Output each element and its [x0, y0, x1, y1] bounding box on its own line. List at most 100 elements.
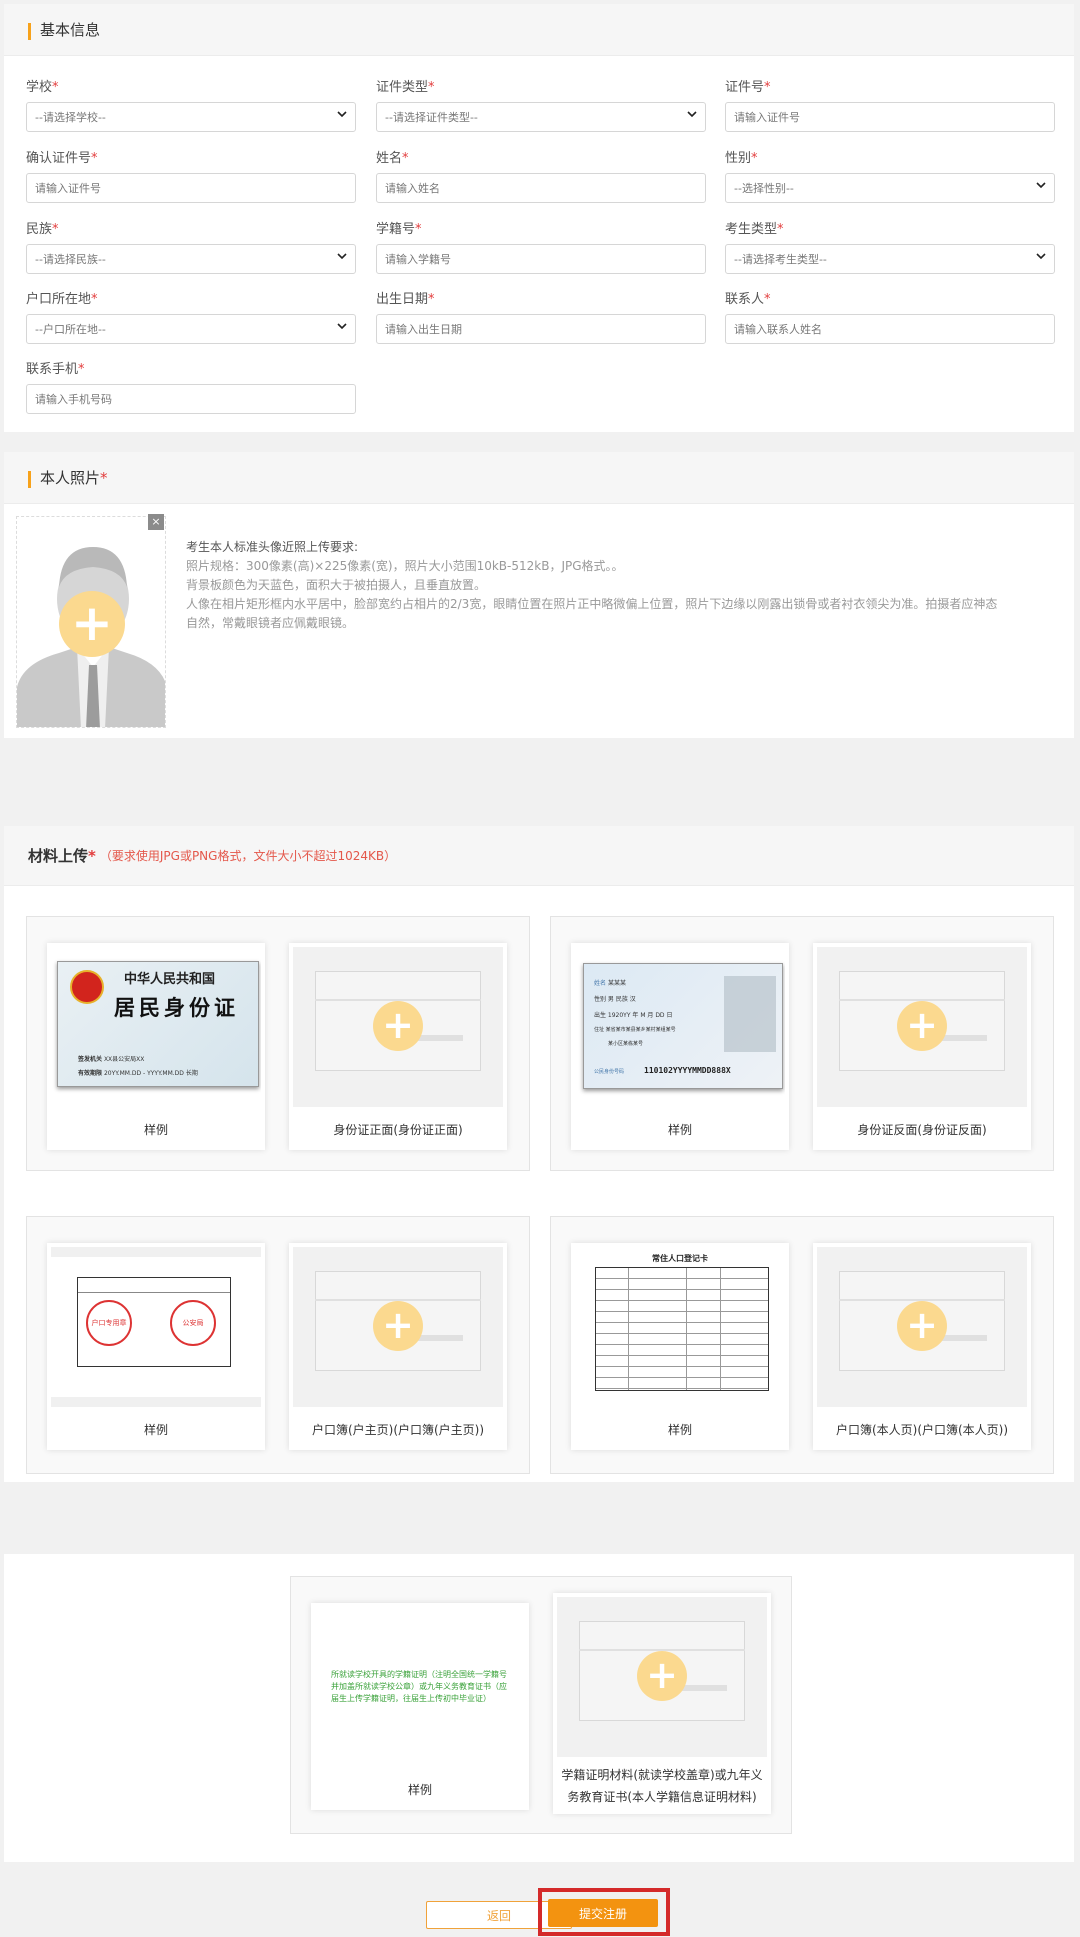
add-file-icon[interactable]: + — [897, 1001, 947, 1051]
select-field[interactable]: --选择性别-- — [725, 173, 1055, 203]
upload-placeholder[interactable]: + — [817, 947, 1027, 1107]
field-label: 出生日期* — [376, 288, 706, 308]
required-mark: * — [428, 292, 435, 307]
upload-card-household-main[interactable]: + 户口簿(户主页)(户口簿(户主页)) — [289, 1243, 507, 1450]
select-field[interactable]: --请选择学校-- — [26, 102, 356, 132]
stamp-icon: 户口专用章 — [86, 1300, 132, 1346]
select-value: --选择性别-- — [734, 182, 794, 195]
text-input[interactable]: 请输入出生日期 — [376, 314, 706, 344]
id-authority-label: 签发机关 — [78, 1056, 103, 1063]
person-page-title: 常住人口登记卡 — [652, 1253, 708, 1263]
field-label: 户口所在地* — [26, 288, 356, 308]
basic-info-title: 基本信息 — [40, 21, 101, 39]
field-label-text: 确认证件号 — [26, 151, 92, 166]
field-group: 民族* --请选择民族-- — [26, 218, 356, 274]
sample-label: 样例 — [143, 1123, 168, 1137]
required-mark: * — [88, 847, 96, 865]
select-field[interactable]: --请选择证件类型-- — [376, 102, 706, 132]
add-file-icon[interactable]: + — [637, 1651, 687, 1701]
text-input[interactable]: 请输入学籍号 — [376, 244, 706, 274]
field-label-text: 姓名 — [376, 151, 403, 166]
national-emblem-icon — [70, 970, 104, 1004]
sample-label: 样例 — [143, 1423, 168, 1437]
select-field[interactable]: --请选择考生类型-- — [725, 244, 1055, 274]
field-group: 性别* --选择性别-- — [725, 147, 1055, 203]
upload-label: 身份证反面(身份证反面) — [857, 1123, 987, 1137]
upload-card-id-front[interactable]: + 身份证正面(身份证正面) — [289, 943, 507, 1150]
id-photo-icon — [724, 976, 776, 1052]
field-label-text: 联系人 — [725, 292, 765, 307]
add-file-icon[interactable]: + — [897, 1301, 947, 1351]
id-name-value: 某某某 — [607, 980, 626, 987]
required-mark: * — [52, 80, 59, 95]
chevron-down-icon — [1036, 251, 1046, 264]
required-mark: * — [78, 362, 85, 377]
text-input[interactable]: 请输入证件号 — [26, 173, 356, 203]
upload-placeholder[interactable]: + — [557, 1597, 767, 1757]
submit-register-button[interactable]: 提交注册 — [548, 1899, 658, 1927]
field-label-text: 考生类型 — [725, 222, 778, 237]
required-mark: * — [777, 222, 784, 237]
select-field[interactable]: --请选择民族-- — [26, 244, 356, 274]
upload-card-household-personal[interactable]: + 户口簿(本人页)(户口簿(本人页)) — [813, 1243, 1031, 1450]
select-field[interactable]: --户口所在地-- — [26, 314, 356, 344]
text-input[interactable]: 请输入联系人姓名 — [725, 314, 1055, 344]
id-back-line: 某小区某栋某号 — [608, 1041, 644, 1047]
person-page-sample-image: 常住人口登记卡 — [575, 1247, 785, 1407]
required-mark: * — [100, 469, 108, 487]
upload-label: 身份证正面(身份证正面) — [333, 1123, 463, 1137]
sample-card: 姓名 某某某 性别 男 民族 汉 出生 1920YY 年 M 月 DD 日 住址… — [571, 943, 789, 1150]
field-label: 联系手机* — [26, 358, 356, 378]
add-photo-icon[interactable]: + — [59, 591, 125, 657]
text-input[interactable]: 请输入姓名 — [376, 173, 706, 203]
photo-upload[interactable]: + — [16, 516, 166, 728]
sample-label: 样例 — [407, 1783, 432, 1797]
upload-card-id-back[interactable]: + 身份证反面(身份证反面) — [813, 943, 1031, 1150]
upload-placeholder[interactable]: + — [293, 1247, 503, 1407]
required-mark: * — [764, 80, 771, 95]
text-input[interactable]: 请输入手机号码 — [26, 384, 356, 414]
chevron-down-icon — [337, 321, 347, 334]
required-mark: * — [91, 151, 98, 166]
field-group: 出生日期* 请输入出生日期 — [376, 288, 706, 344]
upload-group-household-main: 户口专用章 公安局 样例 + 户口簿(户主页)(户口簿(户主页)) — [26, 1216, 530, 1474]
id-name-label: 姓名 — [594, 980, 607, 987]
chevron-down-icon — [337, 251, 347, 264]
field-label: 姓名* — [376, 147, 706, 167]
field-label-text: 民族 — [26, 222, 53, 237]
select-value: --请选择考生类型-- — [734, 253, 827, 266]
stamp-icon: 公安局 — [170, 1300, 216, 1346]
add-file-icon[interactable]: + — [373, 1001, 423, 1051]
field-group: 户口所在地* --户口所在地-- — [26, 288, 356, 344]
remove-photo-icon[interactable]: × — [148, 514, 164, 530]
upload-placeholder[interactable]: + — [293, 947, 503, 1107]
field-label: 证件类型* — [376, 76, 706, 96]
upload-placeholder[interactable]: + — [817, 1247, 1027, 1407]
id-front-sample-image: 中华人民共和国 居民身份证 签发机关 XX县公安局XX 有效期限 20YY.MM… — [51, 947, 261, 1107]
id-number-value: 110102YYYYMMDD888X — [644, 1066, 731, 1075]
field-label: 学籍号* — [376, 218, 706, 238]
add-file-icon[interactable]: + — [373, 1301, 423, 1351]
chevron-down-icon — [687, 109, 697, 122]
input-placeholder: 请输入学籍号 — [385, 253, 451, 266]
sample-label: 样例 — [667, 1123, 692, 1137]
field-label-text: 性别 — [725, 151, 752, 166]
field-label: 确认证件号* — [26, 147, 356, 167]
sample-label: 样例 — [667, 1423, 692, 1437]
text-input[interactable]: 请输入证件号 — [725, 102, 1055, 132]
required-mark: * — [415, 222, 422, 237]
field-group: 考生类型* --请选择考生类型-- — [725, 218, 1055, 274]
id-country-text: 中华人民共和国 — [124, 972, 216, 987]
required-mark: * — [428, 80, 435, 95]
upload-card-school-record[interactable]: + 学籍证明材料(就读学校盖章)或九年义务教育证书(本人学籍信息证明材料) — [553, 1593, 771, 1814]
school-sample-text: 所就读学校开具的学籍证明（注明全国统一学籍号并加盖所就读学校公章）或九年义务教育… — [331, 1670, 507, 1703]
household-sample-image: 户口专用章 公安局 — [51, 1247, 261, 1407]
materials-header: 材料上传* （要求使用JPG或PNG格式，文件大小不超过1024KB） — [4, 826, 1074, 886]
id-validity-label: 有效期限 — [78, 1070, 103, 1077]
field-group: 证件号* 请输入证件号 — [725, 76, 1055, 132]
select-value: --请选择民族-- — [35, 253, 106, 266]
required-mark: * — [52, 222, 59, 237]
chevron-down-icon — [1036, 180, 1046, 193]
id-back-line: 性别 男 民族 汉 — [594, 996, 636, 1003]
select-value: --请选择学校-- — [35, 111, 106, 124]
